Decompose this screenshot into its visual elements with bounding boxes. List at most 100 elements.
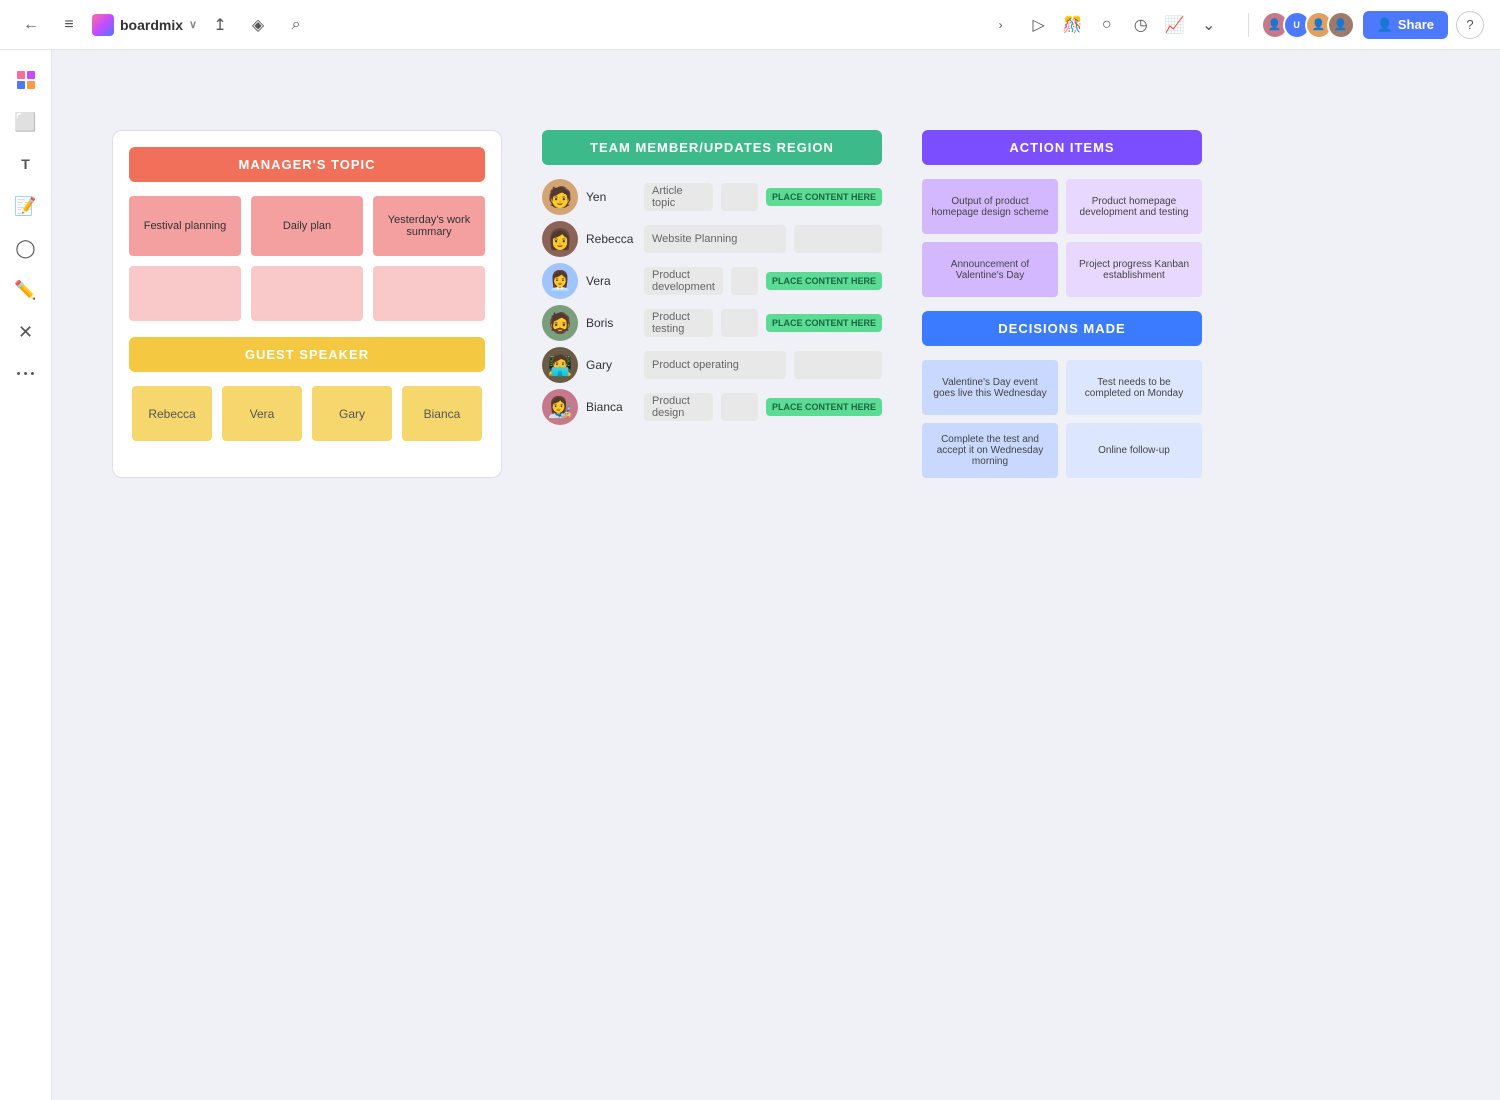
managers-topic-header: MANAGER'S TOPIC [129, 147, 485, 182]
tag-button[interactable]: ◈ [243, 10, 273, 40]
place-content-1[interactable]: PLACE CONTENT HERE [766, 188, 882, 207]
sticky-empty-1[interactable] [129, 266, 241, 321]
sticky-festival-planning[interactable]: Festival planning [129, 196, 241, 256]
avatar-bianca: 👩‍🎨 [542, 389, 578, 425]
empty-gary [794, 351, 882, 379]
sticky-label: Daily plan [283, 220, 331, 232]
place-content-4[interactable]: PLACE CONTENT HERE [766, 398, 882, 417]
comment-button[interactable]: ○ [1092, 10, 1122, 40]
brand-chevron: ∨ [189, 18, 197, 31]
sidebar-tool-more[interactable]: • • • [8, 356, 44, 392]
search-button[interactable]: ⌕ [281, 10, 311, 40]
empty-yen [721, 183, 758, 211]
topic-yen[interactable]: Article topic [644, 183, 713, 211]
chart-button[interactable]: 📈 [1160, 10, 1190, 40]
action-items-header: ACTION ITEMS [922, 130, 1202, 165]
yen-icon: 🧑 [542, 179, 578, 215]
name-yen: Yen [586, 190, 636, 204]
sticky-empty-2[interactable] [251, 266, 363, 321]
name-rebecca: Rebecca [586, 232, 636, 246]
empty-bianca [721, 393, 758, 421]
decision-card-4[interactable]: Online follow-up [1066, 423, 1202, 478]
menu-button[interactable]: ≡ [54, 10, 84, 40]
avatar-gary: 🧑‍💻 [542, 347, 578, 383]
team-member-section: TEAM MEMBER/UPDATES REGION 🧑 Yen Article… [542, 130, 882, 478]
sidebar-tool-gradient[interactable] [8, 62, 44, 98]
team-row-rebecca: 👩 Rebecca Website Planning [542, 221, 882, 257]
team-row-vera: 👩‍💼 Vera Product development PLACE CONTE… [542, 263, 882, 299]
topic-bianca[interactable]: Product design [644, 393, 713, 421]
topic-rebecca[interactable]: Website Planning [644, 225, 786, 253]
sticky-label: Yesterday's work summary [381, 214, 477, 238]
sidebar-tool-sticky[interactable]: 📝 [8, 188, 44, 224]
timer-button[interactable]: ◷ [1126, 10, 1156, 40]
guest-gary[interactable]: Gary [312, 386, 392, 441]
action-card-4[interactable]: Project progress Kanban establishment [1066, 242, 1202, 297]
more-tools-button[interactable]: ⌄ [1194, 10, 1224, 40]
sticky-daily-plan[interactable]: Daily plan [251, 196, 363, 256]
decision-card-1[interactable]: Valentine's Day event goes live this Wed… [922, 360, 1058, 415]
team-member-header: TEAM MEMBER/UPDATES REGION [542, 130, 882, 165]
share-icon: 👤 [1377, 17, 1393, 33]
share-button[interactable]: 👤 Share [1363, 11, 1448, 39]
topic-boris[interactable]: Product testing [644, 309, 713, 337]
name-vera: Vera [586, 274, 636, 288]
decision-card-3[interactable]: Complete the test and accept it on Wedne… [922, 423, 1058, 478]
bianca-icon: 👩‍🎨 [542, 389, 578, 425]
top-navigation: ← ≡ boardmix ∨ ↥ ◈ ⌕ › ▷ 🎊 ○ ◷ 📈 ⌄ 👤 U [0, 0, 1500, 50]
name-boris: Boris [586, 316, 636, 330]
sidebar-tool-shapes[interactable]: ◯ [8, 230, 44, 266]
action-card-3[interactable]: Announcement of Valentine's Day [922, 242, 1058, 297]
avatar-boris: 🧔 [542, 305, 578, 341]
guest-vera[interactable]: Vera [222, 386, 302, 441]
guest-rebecca[interactable]: Rebecca [132, 386, 212, 441]
empty-boris [721, 309, 758, 337]
canvas-area[interactable]: MANAGER'S TOPIC Festival planning Daily … [52, 50, 1500, 1100]
sticky-empty-3[interactable] [373, 266, 485, 321]
decisions-made-header: DECISIONS MADE [922, 311, 1202, 346]
back-button[interactable]: ← [16, 10, 46, 40]
download-button[interactable]: ↥ [205, 10, 235, 40]
left-sidebar: ⬜ T 📝 ◯ ✏️ ✕ • • • [0, 50, 52, 1100]
rebecca-icon: 👩 [542, 221, 578, 257]
empty-vera [731, 267, 758, 295]
action-items-grid: Output of product homepage design scheme… [922, 179, 1202, 297]
sidebar-tool-text[interactable]: T [8, 146, 44, 182]
empty-rebecca [794, 225, 882, 253]
team-row-bianca: 👩‍🎨 Bianca Product design PLACE CONTENT … [542, 389, 882, 425]
collaborator-avatar-4: 👤 [1327, 11, 1355, 39]
avatar-yen: 🧑 [542, 179, 578, 215]
sidebar-tool-connect[interactable]: ✕ [8, 314, 44, 350]
boris-icon: 🧔 [542, 305, 578, 341]
team-row-boris: 🧔 Boris Product testing PLACE CONTENT HE… [542, 305, 882, 341]
action-card-2[interactable]: Product homepage development and testing [1066, 179, 1202, 234]
help-button[interactable]: ? [1456, 11, 1484, 39]
brand-icon [92, 14, 114, 36]
nav-right: › ▷ 🎊 ○ ◷ 📈 ⌄ 👤 U 👤 👤 👤 Shar [986, 10, 1484, 40]
decision-card-2[interactable]: Test needs to be completed on Monday [1066, 360, 1202, 415]
celebrate-button[interactable]: 🎊 [1058, 10, 1088, 40]
topic-gary[interactable]: Product operating [644, 351, 786, 379]
team-row-yen: 🧑 Yen Article topic PLACE CONTENT HERE [542, 179, 882, 215]
decisions-grid: Valentine's Day event goes live this Wed… [922, 360, 1202, 478]
sidebar-tool-frame[interactable]: ⬜ [8, 104, 44, 140]
managers-topic-section: MANAGER'S TOPIC Festival planning Daily … [112, 130, 502, 478]
action-card-1[interactable]: Output of product homepage design scheme [922, 179, 1058, 234]
vera-icon: 👩‍💼 [542, 263, 578, 299]
guest-speaker-row: Rebecca Vera Gary Bianca [129, 386, 485, 441]
nav-left: ← ≡ boardmix ∨ ↥ ◈ ⌕ [16, 10, 311, 40]
play-button[interactable]: ▷ [1024, 10, 1054, 40]
guest-bianca[interactable]: Bianca [402, 386, 482, 441]
canvas-content: MANAGER'S TOPIC Festival planning Daily … [112, 130, 1202, 478]
sticky-work-summary[interactable]: Yesterday's work summary [373, 196, 485, 256]
brand-logo: boardmix ∨ [92, 14, 197, 36]
place-content-2[interactable]: PLACE CONTENT HERE [766, 272, 882, 291]
gary-icon: 🧑‍💻 [542, 347, 578, 383]
sidebar-tool-pen[interactable]: ✏️ [8, 272, 44, 308]
topic-vera[interactable]: Product development [644, 267, 723, 295]
nav-chevron-button[interactable]: › [986, 10, 1016, 40]
avatar-vera: 👩‍💼 [542, 263, 578, 299]
collaborators: 👤 U 👤 👤 [1261, 11, 1355, 39]
place-content-3[interactable]: PLACE CONTENT HERE [766, 314, 882, 333]
toolbar-tools: ▷ 🎊 ○ ◷ 📈 ⌄ [1024, 10, 1224, 40]
